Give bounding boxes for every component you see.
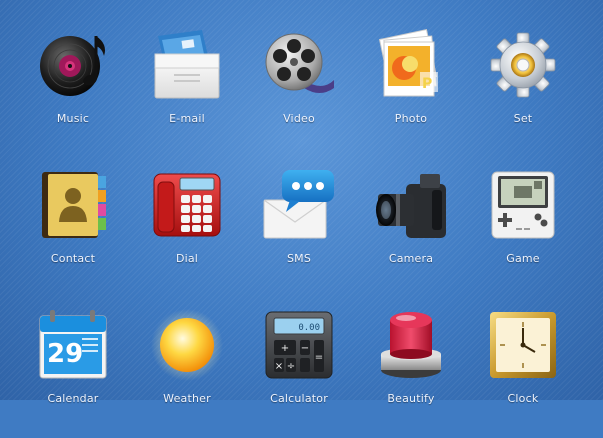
app-dial[interactable]: Dial xyxy=(131,170,243,298)
app-video[interactable]: Video xyxy=(243,30,355,158)
handheld-console-icon xyxy=(491,171,555,239)
app-label-weather: Weather xyxy=(163,392,211,405)
app-clock[interactable]: Clock xyxy=(467,310,579,438)
app-label-set: Set xyxy=(513,112,533,125)
film-reel-icon xyxy=(265,33,334,93)
telephone-icon xyxy=(153,173,221,237)
app-game[interactable]: Game xyxy=(467,170,579,298)
app-sms[interactable]: SMS xyxy=(243,170,355,298)
address-book-icon xyxy=(42,172,106,238)
svg-text:×: × xyxy=(275,361,283,372)
app-label-camera: Camera xyxy=(388,252,434,265)
app-label-sms: SMS xyxy=(286,252,312,265)
app-weather[interactable]: Weather xyxy=(131,309,243,438)
app-label-game: Game xyxy=(506,252,540,265)
music-disc-icon xyxy=(40,36,105,96)
calculator-icon: 0.00 + − × ÷ = xyxy=(265,311,333,379)
app-camera[interactable]: Camera xyxy=(355,170,467,298)
svg-text:−: − xyxy=(301,343,309,354)
red-button-icon xyxy=(381,312,441,378)
app-grid: Music E-mail Video P Photo Set Contact D… xyxy=(0,0,603,405)
app-label-beautify: Beautify xyxy=(387,392,435,405)
app-label-calculator: Calculator xyxy=(270,392,328,405)
app-music[interactable]: Music xyxy=(17,30,129,158)
photo-stack-icon: P xyxy=(378,28,438,97)
app-contact[interactable]: Contact xyxy=(17,170,129,298)
svg-text:+: + xyxy=(281,343,289,354)
svg-text:P: P xyxy=(422,76,432,92)
app-label-email: E-mail xyxy=(169,112,205,125)
app-label-calendar: Calendar xyxy=(47,392,99,405)
app-beautify[interactable]: Beautify xyxy=(355,310,467,438)
app-calendar[interactable]: 29 Calendar xyxy=(17,310,129,438)
app-email[interactable]: E-mail xyxy=(131,30,243,158)
sun-icon xyxy=(151,309,223,381)
gear-icon xyxy=(490,32,556,98)
calendar-icon: 29 xyxy=(39,310,107,379)
app-label-dial: Dial xyxy=(175,252,199,265)
app-photo[interactable]: P Photo xyxy=(355,28,467,158)
home-screen: Music E-mail Video P Photo Set Contact D… xyxy=(0,0,603,405)
calendar-day-number: 29 xyxy=(47,339,83,369)
calculator-display-value: 0.00 xyxy=(298,323,320,333)
app-label-photo: Photo xyxy=(394,112,428,125)
svg-text:=: = xyxy=(315,352,323,363)
envelope-icon xyxy=(154,30,220,99)
app-label-clock: Clock xyxy=(507,392,539,405)
app-label-contact: Contact xyxy=(50,252,96,265)
message-bubble-icon xyxy=(263,170,334,239)
app-set[interactable]: Set xyxy=(467,30,579,158)
svg-text:÷: ÷ xyxy=(287,361,295,372)
app-calculator[interactable]: 0.00 + − × ÷ = Calculator xyxy=(243,310,355,438)
app-label-music: Music xyxy=(56,112,90,125)
camera-icon xyxy=(376,174,446,238)
clock-icon xyxy=(490,312,556,378)
app-label-video: Video xyxy=(283,112,315,125)
